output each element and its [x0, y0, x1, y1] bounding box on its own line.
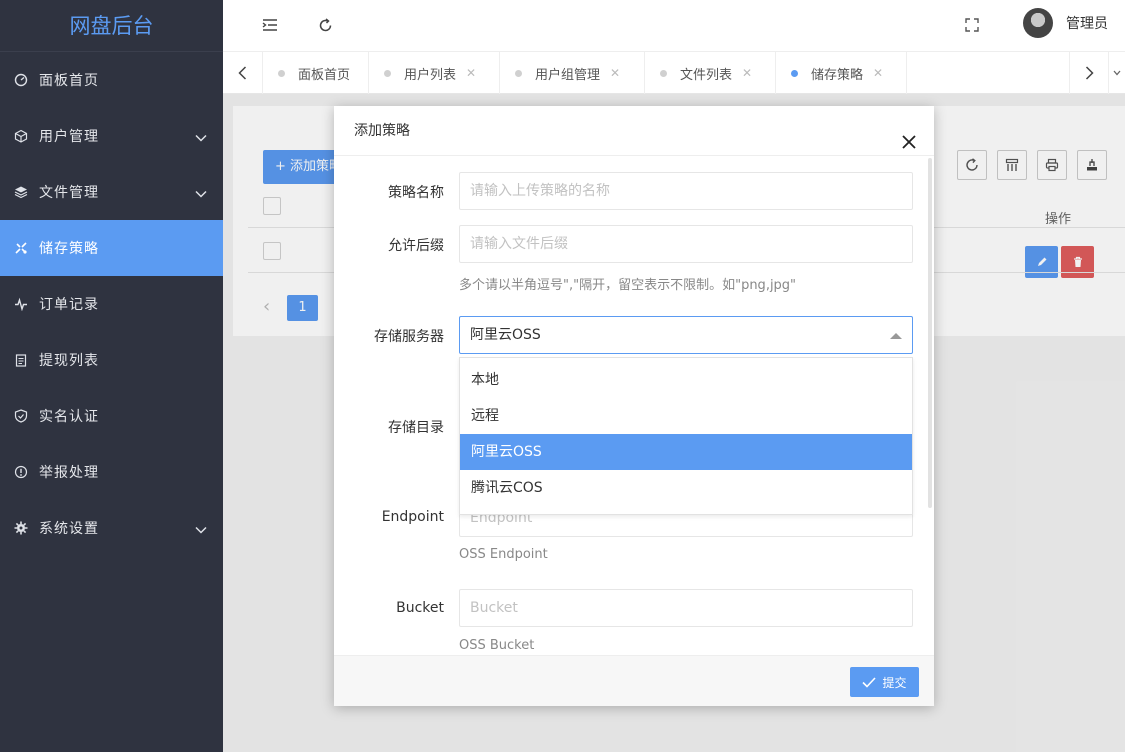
tab-label: 文件列表: [680, 67, 733, 83]
tabs-next-icon[interactable]: [1069, 52, 1109, 94]
add-policy-dialog: 添加策略 策略名称 请输入上传策略的名称 允许后缀 请输入文件后缀 多个请以半角…: [334, 106, 934, 706]
tab-dot: [791, 69, 798, 77]
submit-label: 提交: [882, 675, 907, 690]
sidebar-item-label: 订单记录: [39, 297, 99, 313]
dialog-scrollbar[interactable]: [928, 158, 932, 508]
sidebar-item-label: 用户管理: [39, 129, 99, 145]
tab-label: 面板首页: [298, 67, 351, 83]
clipboard-icon: [14, 353, 28, 367]
extensions-label: 允许后缀: [388, 238, 444, 254]
endpoint-help: OSS Endpoint: [459, 547, 548, 562]
chevron-down-icon: [195, 186, 207, 202]
tabs-menu-icon[interactable]: [1109, 52, 1125, 94]
submit-button[interactable]: 提交: [850, 667, 919, 697]
layers-icon: [14, 185, 28, 199]
sidebar-item-verification[interactable]: 实名认证: [0, 388, 223, 444]
storage-server-label: 存储服务器: [374, 329, 444, 345]
shield-icon: [14, 409, 28, 423]
policy-name-input[interactable]: 请输入上传策略的名称: [459, 172, 913, 210]
sidebar-item-label: 举报处理: [39, 465, 99, 481]
user-name: 管理员: [1066, 16, 1108, 32]
sidebar-item-label: 文件管理: [39, 185, 99, 201]
cube-icon: [14, 129, 28, 143]
close-icon[interactable]: ✕: [466, 66, 476, 80]
bucket-input[interactable]: Bucket: [459, 589, 913, 627]
tab-dot: [660, 69, 667, 77]
refresh-icon[interactable]: [314, 14, 336, 36]
sidebar-item-label: 储存策略: [39, 241, 99, 257]
menu-collapse-icon[interactable]: [259, 14, 281, 36]
app-logo[interactable]: 网盘后台: [0, 0, 223, 52]
tab-dot: [515, 69, 522, 77]
close-icon[interactable]: ✕: [873, 66, 883, 80]
dashboard-icon: [14, 73, 28, 87]
extensions-input[interactable]: 请输入文件后缀: [459, 225, 913, 263]
dropdown-option-local[interactable]: 本地: [460, 362, 912, 398]
sidebar-item-reports[interactable]: 举报处理: [0, 444, 223, 500]
tab-dot: [278, 69, 285, 77]
close-icon[interactable]: ✕: [610, 66, 620, 80]
close-icon[interactable]: [900, 122, 918, 149]
sidebar: 网盘后台 面板首页 用户管理 文件管理 储存策略 订单记录 提现列表 实名认证 …: [0, 0, 223, 752]
pulse-icon: [14, 297, 28, 311]
check-icon: [862, 676, 877, 688]
tab-bar: 面板首页 用户列表 ✕ 用户组管理 ✕ 文件列表 ✕ 储存策略 ✕: [223, 52, 1125, 94]
extensions-help: 多个请以半角逗号","隔开，留空表示不限制。如"png,jpg": [459, 278, 797, 293]
tabs-prev-icon[interactable]: [223, 52, 263, 94]
policy-name-label: 策略名称: [388, 185, 444, 201]
dialog-title: 添加策略: [354, 123, 410, 139]
tab-storage-policy[interactable]: 储存策略 ✕: [776, 52, 907, 94]
bucket-help: OSS Bucket: [459, 638, 535, 653]
gear-icon: [14, 521, 28, 535]
tab-user-groups[interactable]: 用户组管理 ✕: [500, 52, 645, 94]
tab-label: 用户组管理: [535, 67, 601, 83]
tab-dashboard[interactable]: 面板首页: [263, 52, 369, 94]
user-menu[interactable]: 管理员: [1023, 8, 1108, 38]
tab-file-list[interactable]: 文件列表 ✕: [645, 52, 776, 94]
sidebar-item-storage-policy[interactable]: 储存策略: [0, 220, 223, 276]
storage-server-select[interactable]: 阿里云OSS: [459, 316, 913, 354]
sidebar-item-settings[interactable]: 系统设置: [0, 500, 223, 556]
sidebar-item-files[interactable]: 文件管理: [0, 164, 223, 220]
storage-dir-label: 存储目录: [388, 420, 444, 436]
dialog-footer: 提交: [334, 655, 934, 706]
sidebar-item-label: 实名认证: [39, 409, 99, 425]
storage-server-value: 阿里云OSS: [470, 327, 541, 343]
chevron-down-icon: [195, 522, 207, 538]
dialog-header: 添加策略: [334, 106, 934, 156]
close-icon[interactable]: ✕: [742, 66, 752, 80]
sidebar-item-orders[interactable]: 订单记录: [0, 276, 223, 332]
storage-icon: [14, 241, 28, 255]
bucket-label: Bucket: [396, 600, 444, 616]
sidebar-item-withdrawals[interactable]: 提现列表: [0, 332, 223, 388]
dropdown-option-tencent-cos[interactable]: 腾讯云COS: [460, 470, 912, 506]
tab-label: 用户列表: [404, 67, 457, 83]
avatar: [1023, 8, 1053, 38]
dropdown-option-remote[interactable]: 远程: [460, 398, 912, 434]
caret-up-icon: [890, 333, 902, 339]
sidebar-item-label: 系统设置: [39, 521, 99, 537]
sidebar-item-users[interactable]: 用户管理: [0, 108, 223, 164]
storage-server-dropdown: 本地 远程 阿里云OSS 腾讯云COS: [459, 357, 913, 515]
fullscreen-icon[interactable]: [961, 14, 983, 36]
top-header: 管理员: [223, 0, 1125, 52]
tab-label: 储存策略: [811, 67, 864, 83]
alert-icon: [14, 465, 28, 479]
chevron-down-icon: [195, 130, 207, 146]
sidebar-item-label: 面板首页: [39, 73, 99, 89]
endpoint-label: Endpoint: [381, 509, 444, 525]
sidebar-item-dashboard[interactable]: 面板首页: [0, 52, 223, 108]
sidebar-item-label: 提现列表: [39, 353, 99, 369]
tab-user-list[interactable]: 用户列表 ✕: [369, 52, 500, 94]
tab-dot: [384, 69, 391, 77]
dropdown-option-aliyun-oss[interactable]: 阿里云OSS: [460, 434, 912, 470]
